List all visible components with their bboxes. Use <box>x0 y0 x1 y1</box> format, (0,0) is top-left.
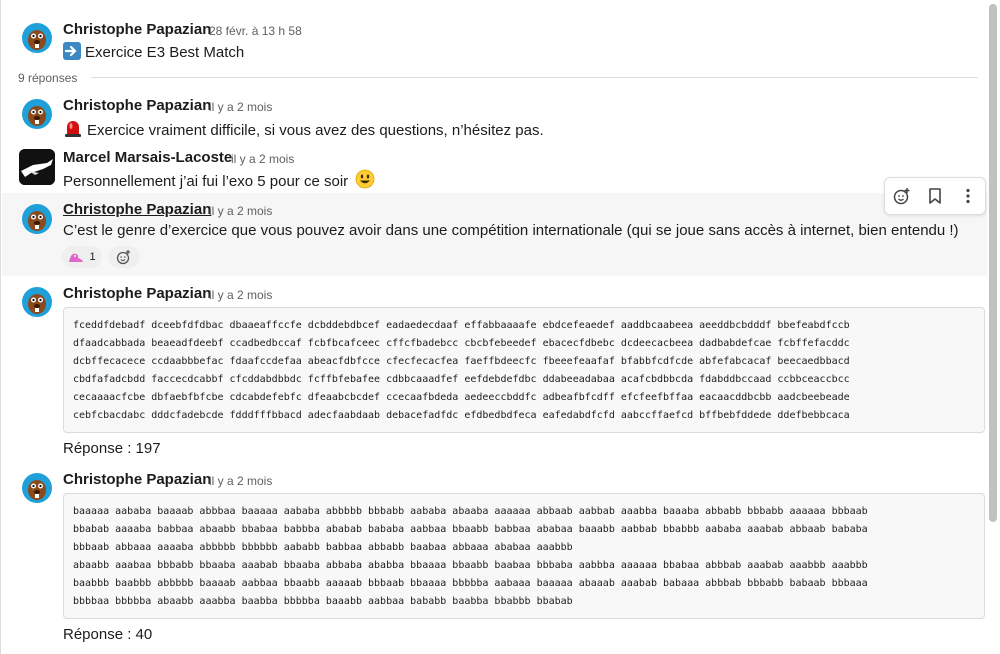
timestamp[interactable]: il y a 2 mois <box>209 288 272 302</box>
message-body: Personnellement j’ai fui l’exo 5 pour ce… <box>63 173 349 190</box>
author-name[interactable]: Christophe Papazian <box>63 471 211 488</box>
answer-text: Réponse : 197 <box>63 440 161 457</box>
timestamp[interactable]: 28 févr. à 13 h 58 <box>209 24 302 38</box>
message-text: Exercice E3 Best Match <box>63 42 244 64</box>
pink-blob-icon <box>68 249 84 266</box>
avatar[interactable] <box>19 96 55 132</box>
message-body: Exercice vraiment difficile, si vous ave… <box>87 122 544 139</box>
beaver-avatar-icon <box>19 96 55 132</box>
smiley-icon <box>355 169 375 193</box>
author-name[interactable]: Christophe Papazian <box>63 201 211 218</box>
add-reaction-button[interactable] <box>108 246 140 268</box>
scrollbar-thumb[interactable] <box>989 4 997 522</box>
thread-message[interactable]: Christophe Papazian il y a 2 mois baaaaa… <box>2 464 987 654</box>
answer-text: Réponse : 40 <box>63 626 153 643</box>
message-body: Exercice E3 Best Match <box>85 44 245 61</box>
beaver-avatar-icon <box>19 470 55 506</box>
reaction-count: 1 <box>89 251 96 263</box>
avatar[interactable] <box>19 201 55 237</box>
code-block[interactable]: fceddfdebadf dceebfdfdbac dbaaeaffccfe d… <box>63 307 985 433</box>
bookmark-button[interactable] <box>921 182 949 210</box>
replies-count: 9 réponses <box>18 71 78 85</box>
parent-message[interactable]: Christophe Papazian 28 févr. à 13 h 58 E… <box>2 14 987 66</box>
message-text: C’est le genre d’exercice que vous pouve… <box>63 222 959 239</box>
thread-message-hovered[interactable]: Christophe Papazian il y a 2 mois C’est … <box>2 193 987 276</box>
author-name[interactable]: Christophe Papazian <box>63 21 211 38</box>
author-name[interactable]: Christophe Papazian <box>63 97 211 114</box>
author-name[interactable]: Christophe Papazian <box>63 285 211 302</box>
bookmark-icon <box>929 188 941 204</box>
code-block[interactable]: baaaaa aababa baaaab abbbaa baaaaa aabab… <box>63 493 985 619</box>
more-actions-button[interactable] <box>954 182 982 210</box>
add-reaction-icon <box>116 250 130 265</box>
thread-message[interactable]: Christophe Papazian il y a 2 mois Exerci… <box>2 90 987 142</box>
avatar[interactable] <box>19 470 55 506</box>
crocodile-avatar-icon <box>19 149 55 185</box>
avatar[interactable] <box>19 20 55 56</box>
thread-pane: Christophe Papazian 28 févr. à 13 h 58 E… <box>0 0 1000 654</box>
avatar[interactable] <box>19 149 55 185</box>
add-reaction-button[interactable] <box>888 182 916 210</box>
avatar[interactable] <box>19 284 55 320</box>
thread-message[interactable]: Marcel Marsais-Lacoste il y a 2 mois Per… <box>2 143 987 193</box>
message-actions-toolbar <box>884 177 986 215</box>
replies-divider <box>91 77 978 78</box>
timestamp[interactable]: il y a 2 mois <box>209 100 272 114</box>
arrow-right-icon <box>63 42 81 64</box>
message-body: C’est le genre d’exercice que vous pouve… <box>63 222 959 239</box>
more-vertical-icon <box>966 188 970 204</box>
reaction-pill[interactable]: 1 <box>62 246 102 268</box>
add-reaction-icon <box>893 188 910 205</box>
timestamp[interactable]: il y a 2 mois <box>209 204 272 218</box>
timestamp[interactable]: il y a 2 mois <box>209 474 272 488</box>
thread-message[interactable]: Christophe Papazian il y a 2 mois fceddf… <box>2 278 987 463</box>
beaver-avatar-icon <box>19 284 55 320</box>
beaver-avatar-icon <box>19 20 55 56</box>
author-name[interactable]: Marcel Marsais-Lacoste <box>63 149 232 166</box>
timestamp[interactable]: il y a 2 mois <box>231 152 294 166</box>
message-text: Personnellement j’ai fui l’exo 5 pour ce… <box>63 169 379 193</box>
rotating-light-icon <box>63 118 83 142</box>
message-text: Exercice vraiment difficile, si vous ave… <box>63 118 544 142</box>
beaver-avatar-icon <box>19 201 55 237</box>
